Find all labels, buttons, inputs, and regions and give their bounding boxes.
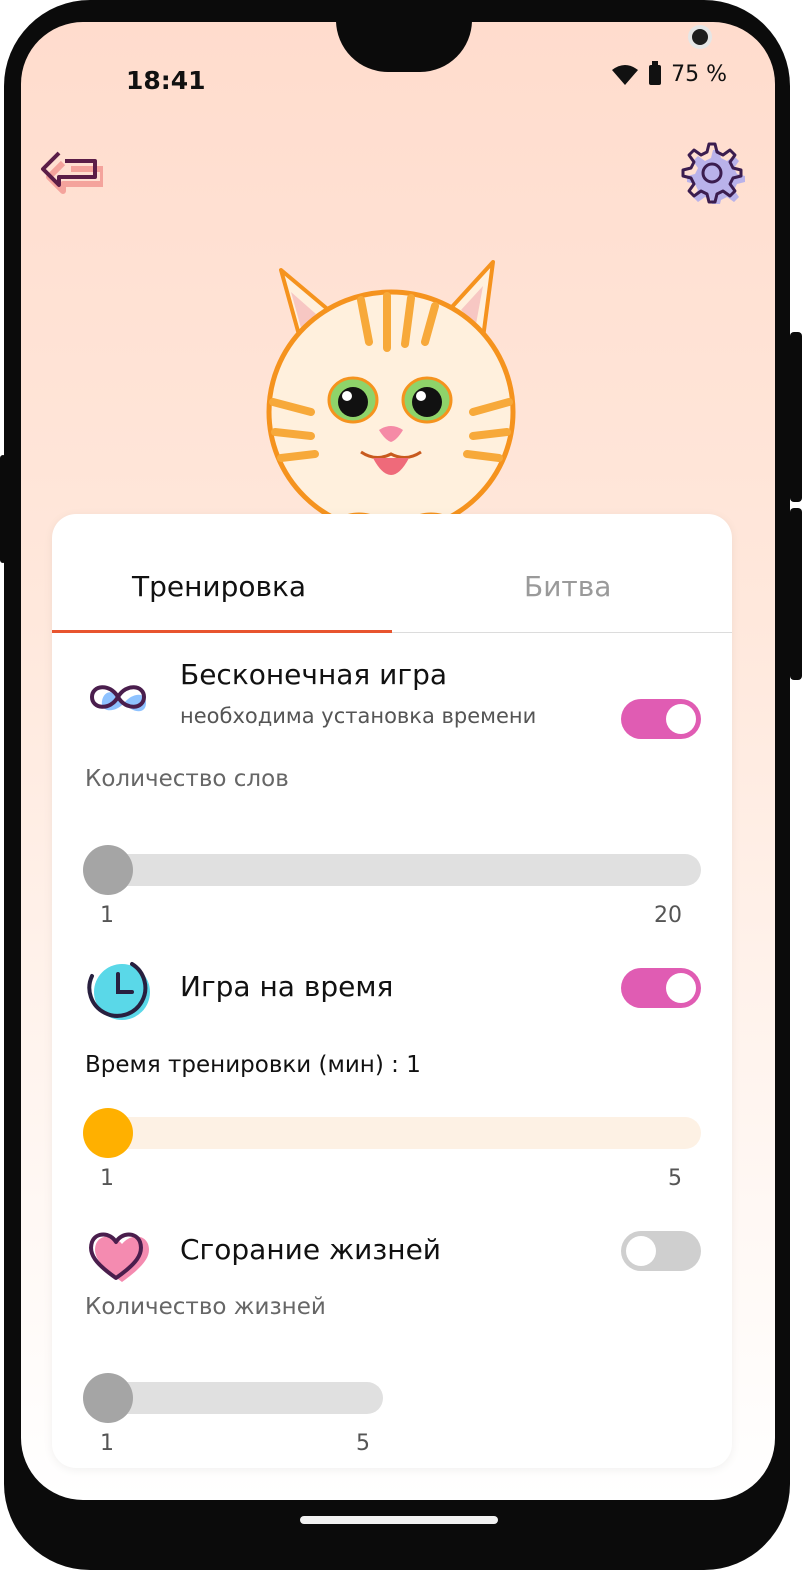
lives-burn-title: Сгорание жизней bbox=[180, 1233, 441, 1266]
infinite-game-subtitle: необходима установка времени bbox=[180, 704, 537, 728]
home-indicator[interactable] bbox=[300, 1516, 498, 1524]
training-time-label: Время тренировки (мин) : 1 bbox=[85, 1052, 421, 1078]
words-count-min: 1 bbox=[100, 903, 114, 928]
back-arrow-icon[interactable] bbox=[37, 147, 103, 195]
lives-count-label: Количество жизней bbox=[85, 1294, 326, 1320]
camera bbox=[688, 25, 712, 49]
toggle-knob bbox=[666, 704, 696, 734]
training-time-min: 1 bbox=[100, 1166, 114, 1191]
lives-count-min: 1 bbox=[100, 1431, 114, 1456]
words-count-max: 20 bbox=[654, 903, 682, 928]
cat-mascot bbox=[266, 260, 516, 552]
status-bar-right: 75 % bbox=[611, 60, 727, 87]
heart-icon bbox=[89, 1232, 149, 1282]
words-count-label: Количество слов bbox=[85, 766, 289, 792]
training-time-max: 5 bbox=[668, 1166, 682, 1191]
tab-indicator bbox=[52, 630, 392, 633]
lives-count-slider-track[interactable] bbox=[107, 1382, 383, 1414]
training-time-slider-thumb[interactable] bbox=[83, 1108, 133, 1158]
phone-volume-button bbox=[790, 332, 802, 502]
lives-count-slider-thumb[interactable] bbox=[83, 1373, 133, 1423]
toggle-knob bbox=[666, 973, 696, 1003]
tab-battle[interactable]: Битва bbox=[524, 570, 611, 603]
settings-card: Тренировка Битва Бесконечная игра необхо… bbox=[52, 514, 732, 1468]
training-time-slider-track[interactable] bbox=[107, 1117, 701, 1149]
battery-icon bbox=[649, 60, 662, 85]
toggle-knob bbox=[626, 1236, 656, 1266]
tab-bar: Тренировка Битва bbox=[52, 514, 732, 633]
lives-burn-toggle[interactable] bbox=[621, 1231, 701, 1271]
lives-count-max: 5 bbox=[356, 1431, 370, 1456]
infinite-game-title: Бесконечная игра bbox=[180, 658, 447, 691]
infinite-game-toggle[interactable] bbox=[621, 699, 701, 739]
words-count-slider-track[interactable] bbox=[107, 854, 701, 886]
words-count-slider-thumb[interactable] bbox=[83, 845, 133, 895]
status-time: 18:41 bbox=[126, 66, 206, 95]
infinity-icon bbox=[89, 685, 147, 712]
screen: 18:41 75 % Тренировка Битва Бесконечная … bbox=[21, 22, 775, 1500]
notch bbox=[336, 22, 712, 72]
battery-percent: 75 % bbox=[671, 62, 727, 87]
wifi-icon bbox=[612, 64, 639, 85]
settings-gear-icon[interactable] bbox=[681, 140, 745, 204]
clock-icon bbox=[87, 962, 150, 1020]
timed-game-toggle[interactable] bbox=[621, 968, 701, 1008]
phone-side-button bbox=[0, 455, 6, 563]
timed-game-title: Игра на время bbox=[180, 970, 394, 1003]
phone-power-button bbox=[790, 508, 802, 680]
tab-training[interactable]: Тренировка bbox=[132, 570, 306, 603]
